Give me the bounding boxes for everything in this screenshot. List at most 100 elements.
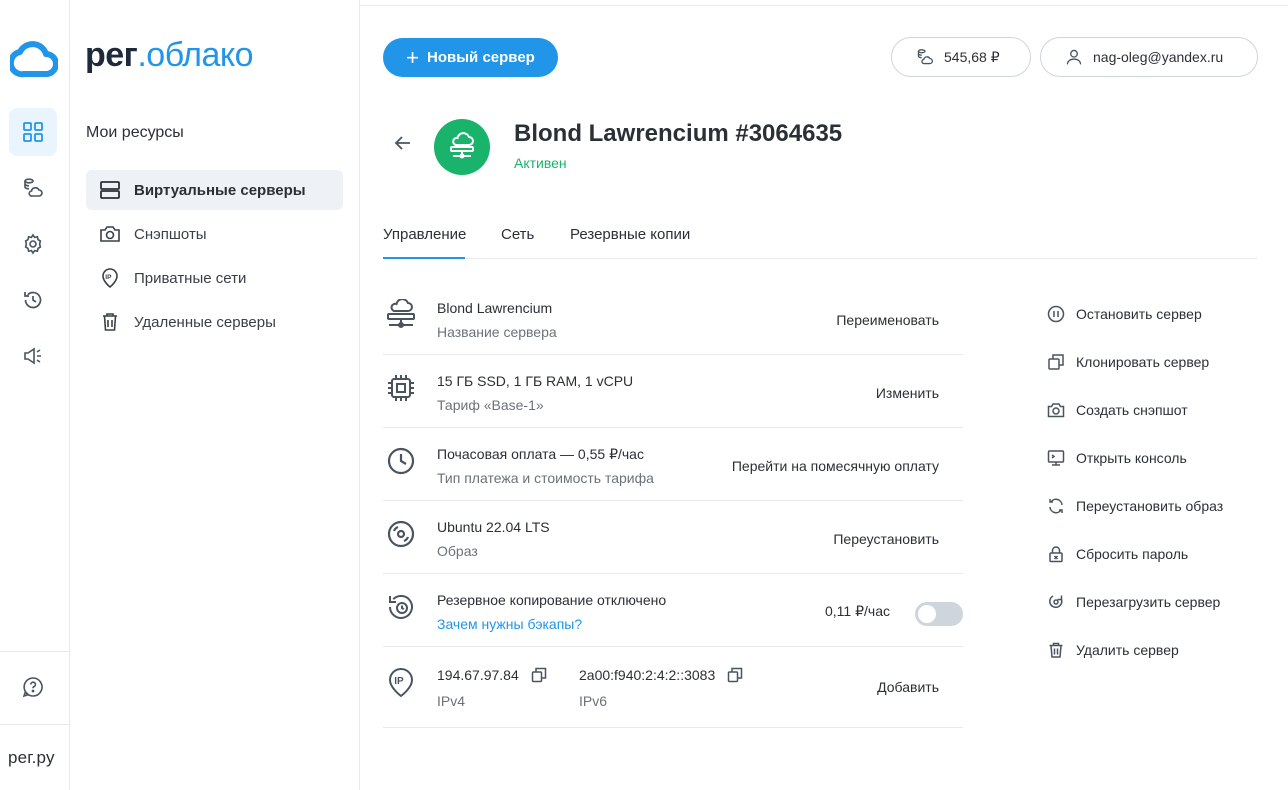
ip-pin-icon: IP <box>98 266 122 290</box>
settings-gear-icon[interactable] <box>9 220 57 268</box>
ipv4-block: 194.67.97.84 IPv4 <box>437 667 547 709</box>
new-server-button[interactable]: + Новый сервер <box>383 38 558 77</box>
cloud-logo-icon[interactable] <box>10 34 58 78</box>
refresh-icon <box>1046 496 1066 516</box>
payment-value: Почасовая оплата — 0,55 ₽/час <box>437 446 644 462</box>
reboot-server-button[interactable]: Перезагрузить сервер <box>1046 578 1223 626</box>
backup-row: Резервное копирование отключено Зачем ну… <box>383 574 963 647</box>
server-name-row: Blond Lawrencium Название сервера Переим… <box>383 282 963 355</box>
clock-icon <box>383 443 419 479</box>
backup-toggle[interactable] <box>915 602 963 626</box>
ip-pin-icon: IP <box>383 665 419 701</box>
server-status: Активен <box>514 155 567 171</box>
new-server-label: Новый сервер <box>427 49 535 66</box>
tab-backups[interactable]: Резервные копии <box>570 226 690 259</box>
section-title: Мои ресурсы <box>86 124 184 141</box>
action-label: Клонировать сервер <box>1076 354 1210 370</box>
pause-circle-icon <box>1046 304 1066 324</box>
clone-server-button[interactable]: Клонировать сервер <box>1046 338 1223 386</box>
reset-password-button[interactable]: Сбросить пароль <box>1046 530 1223 578</box>
tab-management[interactable]: Управление <box>383 226 466 259</box>
cloud-server-icon <box>450 132 474 159</box>
tariff-row: 15 ГБ SSD, 1 ГБ RAM, 1 vCPU Тариф «Base-… <box>383 355 963 428</box>
balance-button[interactable]: 545,68 ₽ <box>891 37 1031 77</box>
delete-server-button[interactable]: Удалить сервер <box>1046 626 1223 674</box>
trash-icon <box>1046 640 1066 660</box>
toggle-knob <box>918 605 936 623</box>
regru-footer-brand[interactable]: рег.ру <box>8 748 55 768</box>
stop-server-button[interactable]: Остановить сервер <box>1046 290 1223 338</box>
nav-item-label: Приватные сети <box>134 269 247 287</box>
lock-icon <box>1046 544 1066 564</box>
backup-history-icon <box>383 589 419 625</box>
history-icon[interactable] <box>9 276 57 324</box>
nav-item-label: Виртуальные серверы <box>134 181 306 199</box>
copy-icon[interactable] <box>727 667 743 683</box>
user-icon <box>1066 49 1082 65</box>
back-arrow-icon[interactable] <box>392 132 414 154</box>
nav-item-virtual-servers[interactable]: Виртуальные серверы <box>86 170 343 210</box>
open-console-button[interactable]: Открыть консоль <box>1046 434 1223 482</box>
disc-icon <box>383 516 419 552</box>
ipv6-caption: IPv6 <box>579 693 608 709</box>
resources-sidebar: рег.облако Мои ресурсы Виртуальные серве… <box>70 0 360 790</box>
nav-item-private-networks[interactable]: IP Приватные сети <box>86 258 343 298</box>
rename-button[interactable]: Переименовать <box>836 312 939 328</box>
brand-logo[interactable]: рег.облако <box>85 36 254 75</box>
image-caption: Образ <box>437 543 478 559</box>
brand-part2: .облако <box>137 36 254 74</box>
switch-to-monthly-button[interactable]: Перейти на помесячную оплату <box>732 458 939 474</box>
brand-part1: рег <box>85 36 138 74</box>
ipv6-block: 2a00:f940:2:4:2::3083 IPv6 <box>579 667 743 709</box>
ip-row: IP 194.67.97.84 IPv4 2a00:f940:2:4:2::30… <box>383 647 963 728</box>
payment-caption: Тип платежа и стоимость тарифа <box>437 470 654 486</box>
user-email: nag-oleg@yandex.ru <box>1093 49 1224 65</box>
ipv4-caption: IPv4 <box>437 693 466 709</box>
tab-network[interactable]: Сеть <box>501 226 534 259</box>
server-tabs: Управление Сеть Резервные копии <box>383 226 1257 259</box>
clone-icon <box>1046 352 1066 372</box>
cpu-chip-icon <box>383 370 419 406</box>
server-stack-icon <box>98 178 122 202</box>
server-name-caption: Название сервера <box>437 324 557 340</box>
dashboard-icon[interactable] <box>9 108 57 156</box>
tariff-caption: Тариф «Base-1» <box>437 397 544 413</box>
trash-icon <box>98 310 122 334</box>
user-account-button[interactable]: nag-oleg@yandex.ru <box>1040 37 1258 77</box>
tariff-value: 15 ГБ SSD, 1 ГБ RAM, 1 vCPU <box>437 373 634 389</box>
copy-icon[interactable] <box>531 667 547 683</box>
main-content: + Новый сервер 545,68 ₽ nag-oleg@yandex.… <box>360 0 1288 790</box>
server-avatar <box>434 119 490 175</box>
why-backups-link[interactable]: Зачем нужны бэкапы? <box>437 616 582 632</box>
action-label: Перезагрузить сервер <box>1076 594 1221 610</box>
change-tariff-button[interactable]: Изменить <box>876 385 939 401</box>
action-label: Сбросить пароль <box>1076 546 1189 562</box>
server-name-value: Blond Lawrencium <box>437 300 553 316</box>
action-label: Остановить сервер <box>1076 306 1202 322</box>
server-settings-list: Blond Lawrencium Название сервера Переим… <box>383 282 963 728</box>
nav-item-label: Удаленные серверы <box>134 313 276 331</box>
reinstall-button[interactable]: Переустановить <box>833 531 939 547</box>
ipv6-value: 2a00:f940:2:4:2::3083 <box>579 667 716 683</box>
svg-text:IP: IP <box>105 274 112 281</box>
backup-price: 0,11 ₽/час <box>825 603 890 619</box>
ipv4-value: 194.67.97.84 <box>437 667 519 683</box>
nav-item-deleted-servers[interactable]: Удаленные серверы <box>86 302 343 342</box>
balance-value: 545,68 ₽ <box>944 48 1000 65</box>
reboot-icon <box>1046 592 1066 612</box>
billing-coins-icon[interactable] <box>9 164 57 212</box>
create-snapshot-button[interactable]: Создать снэпшот <box>1046 386 1223 434</box>
announcements-megaphone-icon[interactable] <box>9 332 57 380</box>
reinstall-image-button[interactable]: Переустановить образ <box>1046 482 1223 530</box>
camera-icon <box>98 222 122 246</box>
add-ip-button[interactable]: Добавить <box>877 679 939 695</box>
top-divider <box>360 5 1288 6</box>
rail-divider <box>0 651 69 652</box>
server-title: Blond Lawrencium #3064635 <box>514 120 843 147</box>
console-icon <box>1046 448 1066 468</box>
image-value: Ubuntu 22.04 LTS <box>437 519 550 535</box>
help-icon[interactable] <box>9 663 57 711</box>
nav-item-snapshots[interactable]: Снэпшоты <box>86 214 343 254</box>
backup-value: Резервное копирование отключено <box>437 592 667 608</box>
payment-row: Почасовая оплата — 0,55 ₽/час Тип платеж… <box>383 428 963 501</box>
